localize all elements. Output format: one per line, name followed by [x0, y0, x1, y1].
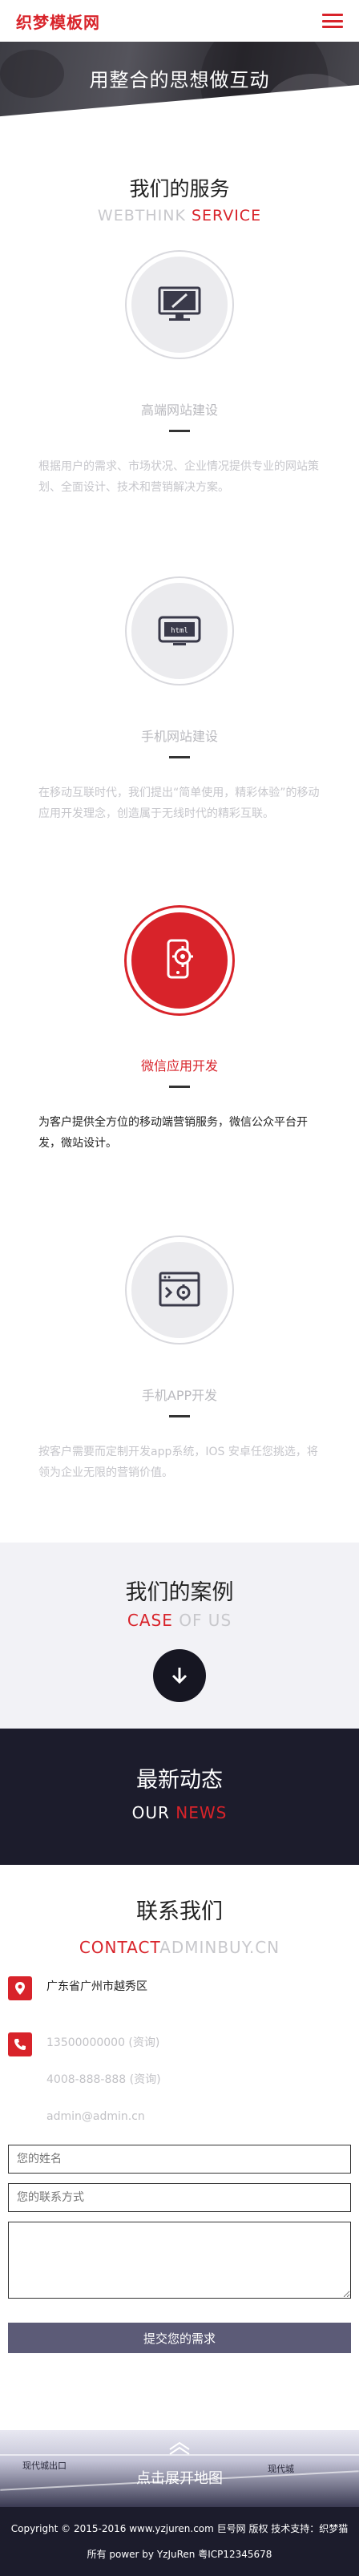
address-text: 广东省广州市越秀区: [46, 1980, 147, 1993]
email-text[interactable]: admin@admin.cn: [46, 2108, 359, 2125]
monitor-pen-icon: [158, 286, 201, 321]
service-icon-circle[interactable]: [127, 1237, 232, 1343]
power-text: 所有 power by YzJuRen 粤ICP12345678: [87, 2549, 272, 2560]
service-desc: 按客户需要而定制开发app系统，IOS 安卓任您挑选，将领为企业无限的营销价值。: [38, 1446, 318, 1479]
hero-title: 用整合的思想做互动: [89, 69, 270, 91]
map-toggle-label[interactable]: 点击展开地图: [0, 2467, 359, 2488]
hero-banner: 用整合的思想做互动: [0, 42, 359, 141]
location-icon: [8, 1976, 32, 2000]
submit-button[interactable]: 提交您的需求: [8, 2323, 351, 2353]
divider: [169, 430, 190, 432]
service-name: 手机网站建设: [140, 729, 218, 744]
news-section: 最新动态 OUR NEWS: [0, 1729, 359, 1865]
phone-mobile[interactable]: 13500000000 (资询): [46, 2034, 359, 2052]
chevron-up-icon[interactable]: [168, 2441, 191, 2456]
divider: [169, 1086, 190, 1088]
name-input[interactable]: [8, 2145, 351, 2174]
service-icon-circle[interactable]: html: [127, 578, 232, 684]
service-icon-circle[interactable]: [127, 252, 232, 358]
header: 织梦模板网: [0, 0, 359, 42]
service-icon-circle[interactable]: [127, 908, 232, 1013]
page: 织梦模板网 用整合的思想做互动 我们的服务 WEBTHINK SERVICE 高…: [0, 0, 359, 2576]
contact-section: 联系我们 CONTACTADMINBUY.CN 广东省广州市越秀区 135000…: [0, 1865, 359, 2353]
scroll-down-button[interactable]: [153, 1649, 206, 1702]
message-textarea[interactable]: [8, 2222, 351, 2299]
site-logo[interactable]: 织梦模板网: [16, 10, 100, 33]
footer: Copyright © 2015-2016 www.yzjuren.com 巨号…: [0, 2507, 359, 2576]
services-section: 我们的服务 WEBTHINK SERVICE 高端网站建设 根据用户的需求、市场…: [0, 141, 359, 1483]
contact-phone: 13500000000 (资询) 4008-888-888 (资询) admin…: [0, 2032, 359, 2125]
phone-hotline[interactable]: 4008-888-888 (资询): [46, 2071, 359, 2089]
services-subtitle: WEBTHINK SERVICE: [97, 207, 262, 224]
news-title: 最新动态: [136, 1768, 223, 1793]
copyright-text: Copyright © 2015-2016 www.yzjuren.com 巨号…: [10, 2523, 349, 2534]
map-strip[interactable]: 现代城出口 现代城 点击展开地图: [0, 2430, 359, 2507]
svg-text:html: html: [171, 627, 188, 635]
browser-gear-icon: [159, 1272, 200, 1307]
contact-input[interactable]: [8, 2183, 351, 2212]
service-name: 手机APP开发: [141, 1388, 218, 1403]
contact-form: 提交您的需求: [0, 2145, 359, 2353]
contact-title: 联系我们: [136, 1899, 223, 1924]
service-name: 高端网站建设: [140, 402, 218, 418]
menu-icon[interactable]: [322, 14, 343, 28]
phone-gear-icon: [167, 939, 193, 979]
cases-title: 我们的案例: [125, 1580, 234, 1605]
service-item[interactable]: 高端网站建设 根据用户的需求、市场状况、企业情况提供专业的网站策划、全面设计、技…: [0, 252, 359, 498]
contact-subtitle: CONTACTADMINBUY.CN: [79, 1938, 280, 1957]
phone-icon: [8, 2032, 32, 2056]
contact-address: 广东省广州市越秀区: [0, 1976, 359, 2005]
service-item[interactable]: 手机APP开发 按客户需要而定制开发app系统，IOS 安卓任您挑选，将领为企业…: [0, 1237, 359, 1483]
arrow-down-icon: [171, 1668, 188, 1684]
cases-subtitle: CASE OF US: [127, 1611, 232, 1630]
service-item[interactable]: html 手机网站建设 在移动互联时代，我们提出“简单使用，精彩体验”的移动应用…: [0, 578, 359, 824]
service-desc: 在移动互联时代，我们提出“简单使用，精彩体验”的移动应用开发理念，创造属于无线时…: [38, 787, 320, 820]
service-item[interactable]: 微信应用开发 为客户提供全方位的移动端营销服务，微信公众平台开发，微站设计。: [0, 908, 359, 1154]
divider: [169, 756, 190, 758]
service-desc: 根据用户的需求、市场状况、企业情况提供专业的网站策划、全面设计、技术和营销解决方…: [38, 460, 319, 494]
cases-section: 我们的案例 CASE OF US: [0, 1543, 359, 1729]
html-device-icon: html: [158, 616, 201, 645]
news-subtitle: OUR NEWS: [131, 1803, 228, 1822]
divider: [169, 1415, 190, 1417]
service-name: 微信应用开发: [140, 1058, 218, 1074]
services-title: 我们的服务: [129, 177, 230, 200]
service-desc: 为客户提供全方位的移动端营销服务，微信公众平台开发，微站设计。: [38, 1116, 308, 1150]
